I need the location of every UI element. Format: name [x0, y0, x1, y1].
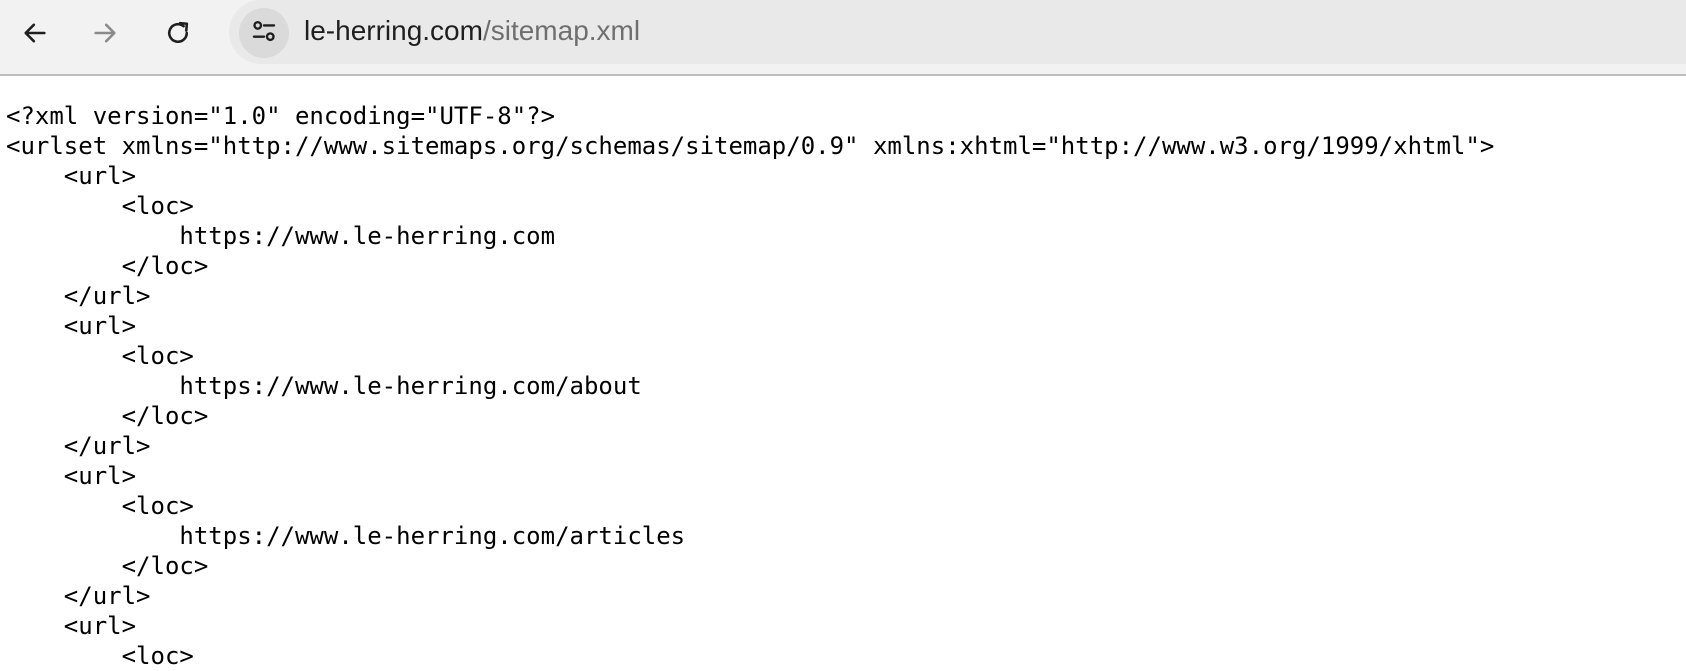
xml-line: </url> — [6, 582, 151, 610]
forward-button[interactable] — [83, 11, 127, 55]
xml-line: <loc> — [6, 342, 194, 370]
reload-button[interactable] — [156, 11, 200, 55]
reload-icon — [164, 19, 192, 47]
xml-line: <?xml version="1.0" encoding="UTF-8"?> — [6, 102, 556, 130]
xml-line: https://www.le-herring.com — [6, 222, 556, 250]
url-text[interactable]: le-herring.com/sitemap.xml — [304, 0, 640, 64]
site-info-button[interactable] — [239, 8, 289, 58]
xml-line: <url> — [6, 312, 137, 340]
xml-line: <loc> — [6, 642, 194, 670]
xml-line: </url> — [6, 282, 151, 310]
xml-line: https://www.le-herring.com/about — [6, 372, 642, 400]
xml-source-view: <?xml version="1.0" encoding="UTF-8"?> <u… — [6, 101, 1494, 671]
xml-line: </loc> — [6, 252, 209, 280]
url-path: /sitemap.xml — [482, 15, 641, 46]
xml-line: </url> — [6, 432, 151, 460]
back-button[interactable] — [13, 11, 57, 55]
xml-line: </loc> — [6, 402, 209, 430]
tune-icon — [249, 16, 279, 51]
xml-line: <urlset xmlns="http://www.sitemaps.org/s… — [6, 132, 1495, 160]
xml-line: </loc> — [6, 552, 209, 580]
arrow-left-icon — [21, 19, 49, 47]
xml-line: <loc> — [6, 492, 194, 520]
arrow-right-icon — [91, 19, 119, 47]
xml-line: <url> — [6, 162, 137, 190]
url-host: le-herring.com — [304, 15, 483, 46]
xml-line: https://www.le-herring.com/articles — [6, 522, 686, 550]
xml-line: <url> — [6, 612, 137, 640]
browser-toolbar: le-herring.com/sitemap.xml — [0, 0, 1686, 76]
address-bar[interactable]: le-herring.com/sitemap.xml — [229, 0, 1686, 64]
xml-line: <url> — [6, 462, 137, 490]
xml-line: <loc> — [6, 192, 194, 220]
